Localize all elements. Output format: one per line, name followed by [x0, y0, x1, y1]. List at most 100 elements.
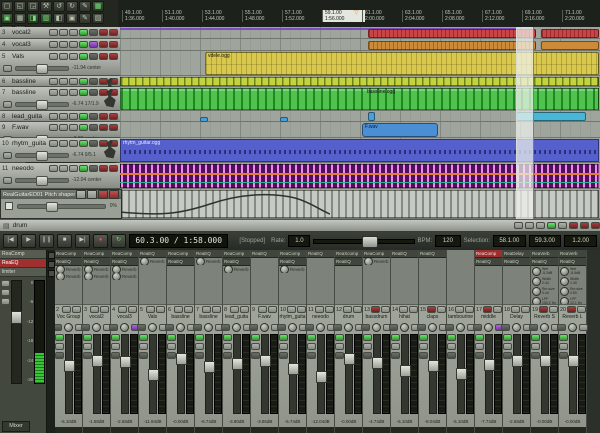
fx-button[interactable] [79, 78, 88, 85]
fx-floating-window[interactable]: RealGuitarED01 Pitch shaper 0% [0, 189, 122, 219]
volume-fader-thumb[interactable] [260, 355, 271, 367]
pan-knob[interactable] [540, 323, 549, 332]
io-button[interactable] [223, 343, 232, 350]
fx-insert-slot[interactable]: ReaEQ [251, 250, 278, 258]
fx-enable-button[interactable] [195, 334, 204, 341]
trim-button[interactable] [3, 101, 12, 108]
io-button[interactable] [49, 78, 58, 85]
phase-button[interactable] [249, 324, 258, 331]
phase-button[interactable] [81, 324, 90, 331]
clip-fwav[interactable]: F.wav [362, 123, 438, 137]
solo-button[interactable] [100, 306, 109, 313]
fx-enable-button[interactable] [251, 334, 260, 341]
pan-knob[interactable] [64, 323, 73, 332]
reverb-knob[interactable] [532, 297, 541, 306]
pan-knob[interactable] [484, 323, 493, 332]
fx-insert-slot[interactable]: ReaEQ [475, 258, 502, 266]
reverb-knob-row[interactable]: Wet-8.5dB [559, 266, 586, 276]
solo-button[interactable] [409, 306, 418, 313]
solo-button[interactable] [240, 306, 249, 313]
solo-button[interactable] [69, 41, 78, 48]
mute-button[interactable] [59, 165, 68, 172]
mute-button[interactable] [455, 306, 464, 313]
mute-button[interactable] [174, 306, 183, 313]
volume-fader-thumb[interactable] [316, 371, 327, 383]
pan-knob[interactable] [568, 323, 577, 332]
send-knob[interactable] [224, 266, 233, 273]
fx-close-icon[interactable] [109, 190, 119, 199]
phase-button[interactable] [137, 324, 146, 331]
io-button[interactable] [251, 343, 260, 350]
mute-button[interactable] [525, 222, 534, 229]
io-button[interactable] [49, 165, 58, 172]
ruler-tick[interactable]: 63.1.002:04.000 [402, 10, 445, 22]
fx-ui-button[interactable] [76, 190, 86, 199]
send-slot[interactable]: Reverb S [139, 258, 166, 265]
pause-button[interactable]: ❙❙ [39, 234, 54, 248]
mute-button[interactable] [146, 306, 155, 313]
phase-button[interactable] [591, 222, 600, 229]
track-panel-vocal2[interactable]: 3vocal2 [0, 27, 120, 39]
reverb-knob-row[interactable]: Rm size0.80 [559, 286, 586, 296]
volume-slider[interactable] [15, 178, 69, 183]
volume-fader-thumb[interactable] [176, 353, 187, 365]
volume-fader-thumb[interactable] [64, 360, 75, 372]
env-button[interactable] [55, 352, 64, 359]
reverb-knob-row[interactable]: Width2.44 [531, 276, 558, 286]
io-button[interactable] [307, 343, 316, 350]
env-button[interactable] [335, 352, 344, 359]
phase-button[interactable] [305, 324, 314, 331]
volume-fader-thumb[interactable] [232, 358, 243, 370]
solo-button[interactable] [493, 306, 502, 313]
width-button[interactable] [579, 324, 588, 331]
reverb-knob[interactable] [560, 277, 569, 286]
record-arm-button[interactable] [99, 113, 108, 120]
loop-marker-icon[interactable]: ▽ [354, 9, 359, 16]
env-button[interactable] [89, 165, 98, 172]
pan-knob[interactable] [372, 323, 381, 332]
pencil-edit-icon[interactable]: ✎ [79, 1, 91, 12]
fx-insert-slot[interactable]: ReaEQ [307, 250, 334, 258]
timeline-ruler[interactable]: 49.1.001:36.00051.1.001:40.00053.1.001:4… [118, 0, 600, 28]
volume-fader[interactable] [541, 334, 549, 414]
go-start-button[interactable]: |◀ [3, 234, 18, 248]
solo-button[interactable] [325, 306, 334, 313]
solo-button[interactable] [437, 306, 446, 313]
pan-knob[interactable] [232, 323, 241, 332]
volume-slider-thumb[interactable] [36, 100, 48, 110]
fx-enable-button[interactable] [475, 334, 484, 341]
ruler-tick[interactable]: 65.1.002:08.000 [442, 10, 485, 22]
phase-button[interactable] [109, 324, 118, 331]
master-fader[interactable] [11, 280, 22, 384]
io-button[interactable] [167, 343, 176, 350]
volume-fader[interactable] [401, 334, 409, 414]
monitor-button[interactable] [109, 29, 118, 36]
mute-button[interactable] [202, 306, 211, 313]
env-button[interactable] [251, 352, 260, 359]
env-button[interactable] [475, 352, 484, 359]
mute-button[interactable] [118, 306, 127, 313]
mute-button[interactable] [343, 306, 352, 313]
ruler-tick[interactable]: 51.1.001:40.000 [162, 10, 205, 22]
ripple-edit-icon[interactable]: ▥ [40, 13, 52, 24]
master-button[interactable] [1, 289, 10, 296]
snap-toggle-icon[interactable]: ▦ [92, 1, 104, 12]
fx-button[interactable] [79, 53, 88, 60]
solo-button[interactable] [69, 140, 78, 147]
io-button[interactable] [83, 343, 92, 350]
env-button[interactable] [195, 352, 204, 359]
playhead-band[interactable] [516, 27, 534, 219]
volume-fader[interactable] [149, 334, 157, 414]
volume-fader[interactable] [569, 334, 577, 414]
env-button[interactable] [503, 352, 512, 359]
io-button[interactable] [447, 343, 456, 350]
io-button[interactable] [49, 41, 58, 48]
volume-fader-thumb[interactable] [512, 355, 523, 367]
fx-insert-slot[interactable]: ReaEQ [279, 258, 306, 266]
pan-knob[interactable] [120, 323, 129, 332]
phase-button[interactable] [361, 324, 370, 331]
env-button[interactable] [307, 352, 316, 359]
send-knob[interactable] [56, 273, 65, 280]
ruler-tick[interactable]: 69.1.002:16.000 [522, 10, 565, 22]
pan-knob[interactable] [316, 323, 325, 332]
